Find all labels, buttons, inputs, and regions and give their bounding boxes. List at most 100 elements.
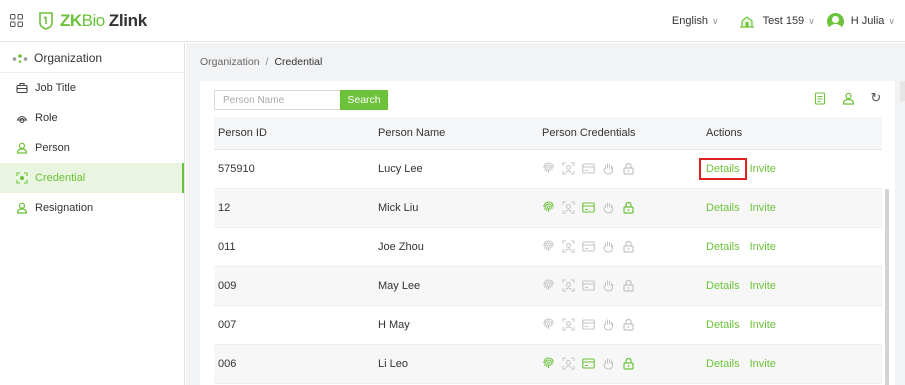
cell-person-id: 011 [214, 227, 378, 267]
top-bar: ZK Bio Zlink English ∨ Test 159 ∨ H Julia … [0, 0, 905, 42]
table-row: 006 Li Leo Details Invite [214, 344, 882, 384]
apps-grid-icon[interactable] [10, 14, 23, 27]
sidebar-item-label: Credential [35, 172, 86, 184]
table-scrollbar[interactable] [885, 189, 889, 385]
cell-person-name: Lucy Lee [378, 149, 542, 189]
invite-link[interactable]: Invite [750, 202, 776, 214]
palm-credential-icon [602, 279, 622, 292]
person-name-search-input[interactable]: Person Name [214, 90, 340, 110]
shield-logo-icon [39, 12, 53, 30]
credential-panel: Person Name Search ↻ Person ID Person Na… [200, 81, 895, 385]
details-link[interactable]: Details [706, 280, 740, 292]
details-link[interactable]: Details [706, 163, 740, 175]
fingerprint-credential-icon [542, 201, 562, 214]
page-scrollbar[interactable] [900, 81, 905, 101]
details-link[interactable]: Details [706, 202, 740, 214]
sidebar-item-role[interactable]: Role [0, 103, 184, 133]
chevron-down-icon: ∨ [808, 15, 815, 26]
details-link[interactable]: Details [706, 241, 740, 253]
role-icon [16, 115, 28, 124]
password-credential-icon [622, 279, 642, 292]
sidebar-header-organization[interactable]: Organization [0, 43, 184, 73]
cell-person-id: 007 [214, 305, 378, 345]
card-credential-icon [582, 240, 602, 253]
fingerprint-credential-icon [542, 162, 562, 175]
card-credential-icon [582, 162, 602, 175]
table-row: 007 H May Details Invite [214, 305, 882, 345]
cell-actions: Details Invite [699, 149, 882, 189]
chevron-down-icon: ∨ [888, 15, 895, 26]
cell-person-name: May Lee [378, 266, 542, 306]
table-row: 009 May Lee Details Invite [214, 266, 882, 306]
sidebar-item-person[interactable]: Person [0, 133, 184, 163]
cell-actions: Details Invite [706, 266, 882, 306]
password-credential-icon [622, 162, 642, 175]
face-credential-icon [562, 318, 582, 331]
password-credential-icon [622, 240, 642, 253]
face-credential-icon [562, 357, 582, 370]
cell-person-name: Li Leo [378, 344, 542, 384]
face-credential-icon [562, 279, 582, 292]
refresh-icon[interactable]: ↻ [869, 90, 883, 105]
password-credential-icon [622, 201, 642, 214]
cell-actions: Details Invite [706, 188, 882, 228]
cell-person-name: H May [378, 305, 542, 345]
password-credential-icon [622, 318, 642, 331]
sidebar-item-credential[interactable]: Credential [0, 163, 184, 193]
company-building-icon [739, 16, 754, 28]
cell-person-credentials [542, 305, 706, 345]
details-link[interactable]: Details [706, 358, 740, 370]
card-credential-icon [582, 201, 602, 214]
cell-person-id: 006 [214, 344, 378, 384]
user-menu[interactable]: H Julia ∨ [826, 12, 895, 30]
logo-bio-text: Bio [81, 11, 106, 30]
breadcrumb-root[interactable]: Organization [200, 56, 260, 68]
sidebar-item-job-title[interactable]: Job Title [0, 73, 184, 103]
cell-person-credentials [542, 266, 706, 306]
column-header-person-name: Person Name [378, 117, 542, 150]
cell-person-name: Joe Zhou [378, 227, 542, 267]
cell-person-credentials [542, 149, 706, 189]
invite-link[interactable]: Invite [750, 319, 776, 331]
invite-link[interactable]: Invite [750, 358, 776, 370]
person-settings-icon[interactable] [841, 91, 855, 105]
sidebar-item-label: Person [35, 142, 70, 154]
breadcrumb: Organization / Credential [186, 43, 905, 81]
cell-person-id: 12 [214, 188, 378, 228]
column-header-person-id: Person ID [214, 117, 378, 150]
cell-person-credentials [542, 227, 706, 267]
logo-zlink-text: Zlink [108, 11, 147, 30]
face-credential-icon [562, 162, 582, 175]
details-highlight-box: Details [699, 157, 747, 180]
table-header-row: Person ID Person Name Person Credentials… [214, 117, 882, 150]
fingerprint-credential-icon [542, 357, 562, 370]
export-icon[interactable] [813, 91, 827, 105]
cell-actions: Details Invite [706, 344, 882, 384]
face-credential-icon [562, 201, 582, 214]
invite-link[interactable]: Invite [750, 163, 776, 175]
credential-table: Person ID Person Name Person Credentials… [214, 117, 882, 384]
palm-credential-icon [602, 162, 622, 175]
chevron-down-icon: ∨ [712, 15, 719, 26]
tenant-selector[interactable]: Test 159 ∨ [763, 15, 815, 27]
logo-zk-text: ZK [60, 11, 82, 30]
invite-link[interactable]: Invite [750, 280, 776, 292]
search-button[interactable]: Search [340, 90, 388, 110]
face-credential-icon [562, 240, 582, 253]
sidebar-item-label: Role [35, 112, 58, 124]
app-logo[interactable]: ZK Bio Zlink [38, 8, 147, 34]
palm-credential-icon [602, 240, 622, 253]
person-icon [16, 142, 28, 154]
palm-credential-icon [602, 201, 622, 214]
resignation-icon [16, 202, 28, 214]
column-header-person-credentials: Person Credentials [542, 117, 706, 150]
palm-credential-icon [602, 357, 622, 370]
details-link[interactable]: Details [706, 319, 740, 331]
language-selector[interactable]: English ∨ [672, 15, 719, 27]
table-row: 575910 Lucy Lee Details Invite [214, 149, 882, 189]
cell-actions: Details Invite [706, 305, 882, 345]
invite-link[interactable]: Invite [750, 241, 776, 253]
table-row: 12 Mick Liu Details Invite [214, 188, 882, 228]
sidebar-item-resignation[interactable]: Resignation [0, 193, 184, 223]
breadcrumb-current: Credential [274, 56, 323, 68]
